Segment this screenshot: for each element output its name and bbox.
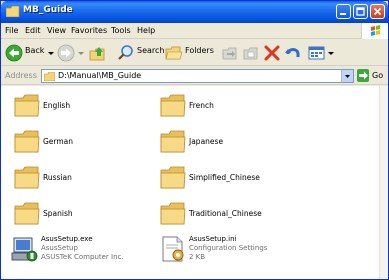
folder-name: Japanese — [189, 137, 224, 146]
folder-icon — [160, 130, 186, 153]
folder-name: English — [43, 101, 71, 110]
folder-name: French — [189, 101, 214, 110]
file-details: AsusSetup.ini Configuration Settings 2 K… — [189, 235, 267, 262]
setup-exe-icon — [11, 237, 38, 262]
menu-tools[interactable]: Tools — [111, 26, 131, 35]
file-list[interactable]: English French German Japanese Russian S… — [1, 86, 379, 279]
back-arrow-icon[interactable] — [5, 43, 23, 63]
folder-name: Spanish — [43, 209, 73, 218]
undo-icon[interactable] — [284, 43, 302, 63]
go-label[interactable]: Go — [372, 71, 383, 80]
chevron-down-icon[interactable] — [47, 43, 55, 63]
folder-icon — [160, 94, 186, 117]
folder-icon — [14, 130, 40, 153]
folders-icon[interactable] — [165, 43, 183, 63]
folder-name: Traditional_Chinese — [189, 209, 262, 218]
chevron-down-icon[interactable] — [327, 43, 335, 63]
go-button[interactable] — [357, 69, 369, 82]
file-description: AsusSetup — [41, 244, 78, 252]
menu-favorites[interactable]: Favorites — [71, 26, 107, 35]
address-path[interactable]: D:\Manual\MB_Guide — [58, 71, 141, 80]
window-title: MB_Guide — [23, 5, 73, 15]
file-size: 2 KB — [189, 253, 206, 261]
file-name: AsusSetup.exe — [41, 235, 93, 243]
menu-bar: File Edit View Favorites Tools Help — [1, 23, 388, 39]
folder-name: German — [43, 137, 74, 146]
address-bar: Address D:\Manual\MB_Guide Go — [1, 67, 388, 85]
search-button-label[interactable]: Search — [137, 46, 164, 55]
file-item-asussetup-ini[interactable]: AsusSetup.ini Configuration Settings 2 K… — [159, 235, 299, 271]
folder-icon — [44, 72, 55, 81]
file-name: AsusSetup.ini — [189, 235, 237, 243]
views-icon[interactable] — [308, 43, 326, 63]
search-icon[interactable] — [117, 43, 135, 63]
folder-name: Simplified_Chinese — [189, 173, 260, 182]
forward-arrow-icon[interactable] — [57, 43, 75, 63]
chevron-down-icon[interactable] — [77, 43, 85, 63]
maximize-button[interactable] — [353, 4, 368, 19]
copy-to-icon[interactable] — [242, 43, 260, 63]
address-label: Address — [5, 71, 37, 80]
address-dropdown-button[interactable] — [341, 70, 353, 82]
folders-button-label[interactable]: Folders — [185, 46, 214, 55]
vertical-scrollbar[interactable] — [379, 86, 388, 279]
folder-icon — [6, 6, 20, 17]
file-item-asussetup-exe[interactable]: AsusSetup.exe AsusSetup ASUSTeK Computer… — [11, 235, 151, 271]
menu-file[interactable]: File — [5, 26, 18, 35]
folder-icon — [160, 166, 186, 189]
folder-icon — [14, 202, 40, 225]
address-input[interactable]: D:\Manual\MB_Guide — [41, 69, 354, 83]
go-arrow-icon — [359, 71, 368, 80]
up-folder-icon[interactable] — [89, 43, 107, 63]
folder-name: Russian — [43, 173, 72, 182]
explorer-window: MB_Guide File Edit View Favorites Tools … — [0, 0, 389, 280]
menu-help[interactable]: Help — [137, 26, 155, 35]
file-description: Configuration Settings — [189, 244, 268, 252]
menu-edit[interactable]: Edit — [25, 26, 41, 35]
toolbar: Back Search Folders — [1, 40, 388, 66]
windows-logo-icon — [361, 23, 388, 39]
move-to-icon[interactable] — [221, 43, 239, 63]
delete-icon[interactable] — [263, 43, 281, 63]
folder-icon — [14, 94, 40, 117]
minimize-button[interactable] — [336, 4, 351, 19]
close-button[interactable] — [370, 4, 385, 19]
title-bar[interactable]: MB_Guide — [1, 1, 388, 23]
folder-icon — [14, 166, 40, 189]
file-details: AsusSetup.exe AsusSetup ASUSTeK Computer… — [41, 235, 124, 262]
menu-view[interactable]: View — [47, 26, 66, 35]
back-button-label[interactable]: Back — [25, 46, 44, 55]
ini-settings-icon — [162, 236, 184, 262]
chevron-down-icon — [345, 75, 350, 78]
folder-icon — [160, 202, 186, 225]
file-company: ASUSTeK Computer Inc. — [41, 253, 124, 261]
